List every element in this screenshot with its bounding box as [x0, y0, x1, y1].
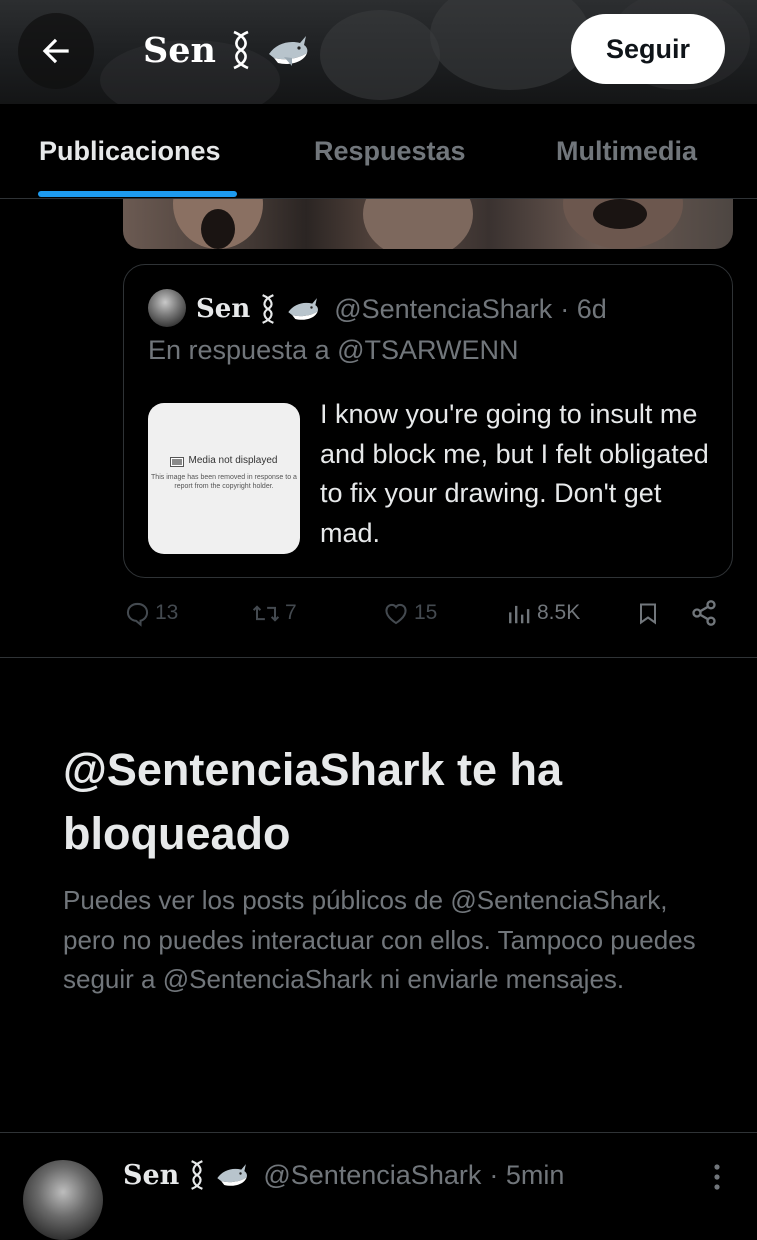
- quoted-post-text: I know you're going to insult me and blo…: [320, 399, 709, 548]
- author-handle[interactable]: @SentenciaShark: [334, 294, 552, 325]
- profile-header: Sen Seguir: [0, 0, 757, 104]
- view-count: 8.5K: [537, 601, 581, 624]
- avatar[interactable]: [148, 289, 186, 327]
- infinity-symbol-icon: [233, 30, 249, 70]
- repost-count: 7: [285, 601, 297, 624]
- back-button[interactable]: [18, 13, 94, 89]
- repost-icon: [252, 604, 280, 622]
- media-notice-body: This image has been removed in response …: [151, 474, 297, 490]
- author-name[interactable]: Sen: [123, 1160, 179, 1191]
- display-name-text: Sen: [143, 29, 216, 71]
- post-time: · 6d: [560, 293, 607, 324]
- media-placeholder[interactable]: Media not displayed This image has been …: [148, 403, 300, 554]
- blocked-description: Puedes ver los posts públicos de @Senten…: [63, 885, 696, 994]
- share-icon: [692, 600, 716, 626]
- share-button[interactable]: [690, 590, 718, 636]
- more-options-button[interactable]: [700, 1160, 734, 1194]
- infinity-symbol-icon: [262, 294, 275, 324]
- image-detail: [201, 209, 235, 249]
- views-button[interactable]: 8.5K: [507, 590, 580, 636]
- blocked-title: @SentenciaShark te ha bloqueado: [63, 744, 563, 859]
- views-icon: [509, 605, 530, 623]
- bookmark-icon: [640, 603, 656, 624]
- quoted-author: Sen @SentenciaShark · 6d: [196, 289, 607, 329]
- image-detail: [363, 199, 473, 249]
- more-vertical-icon: [714, 1164, 720, 1190]
- follow-button[interactable]: Seguir: [571, 14, 725, 84]
- tab-publicaciones[interactable]: Publicaciones: [39, 104, 221, 198]
- banner-shape: [320, 10, 440, 100]
- infinity-symbol-icon: [191, 1160, 204, 1190]
- shark-icon: [288, 298, 319, 320]
- arrow-left-icon: [42, 38, 69, 64]
- next-post-author: Sen @SentenciaShark · 5min: [123, 1155, 564, 1195]
- image-detail: [593, 199, 647, 229]
- author-handle[interactable]: @SentenciaShark: [263, 1160, 481, 1191]
- reply-context[interactable]: En respuesta a @TSARWENN: [148, 335, 519, 366]
- shark-icon: [217, 1164, 248, 1186]
- heart-icon: [385, 603, 407, 624]
- repost-button[interactable]: 7: [251, 590, 297, 636]
- banner-shape: [430, 0, 590, 90]
- like-button[interactable]: 15: [382, 590, 437, 636]
- divider: [0, 657, 757, 658]
- bookmark-button[interactable]: [636, 590, 660, 636]
- reply-button[interactable]: 13: [124, 590, 178, 636]
- tab-multimedia[interactable]: Multimedia: [556, 104, 697, 198]
- quoted-post[interactable]: Sen @SentenciaShark · 6d En respuesta a …: [123, 264, 733, 578]
- post-image[interactable]: [123, 199, 733, 249]
- active-tab-indicator: [38, 191, 237, 197]
- profile-display-name: Sen: [143, 26, 310, 74]
- divider: [0, 1132, 757, 1133]
- shark-icon: [269, 36, 308, 66]
- media-notice-title: Media not displayed: [188, 455, 278, 466]
- reply-count: 13: [155, 601, 179, 624]
- like-count: 15: [414, 601, 438, 624]
- profile-tabs: Publicaciones Respuestas Multimedia: [0, 104, 757, 199]
- tab-respuestas[interactable]: Respuestas: [314, 104, 466, 198]
- post-time: · 5min: [489, 1159, 565, 1190]
- author-name[interactable]: Sen: [196, 294, 250, 324]
- reply-icon: [126, 602, 149, 627]
- avatar[interactable]: [23, 1160, 103, 1240]
- post-actions: 13 7 15 8.5K: [0, 590, 757, 636]
